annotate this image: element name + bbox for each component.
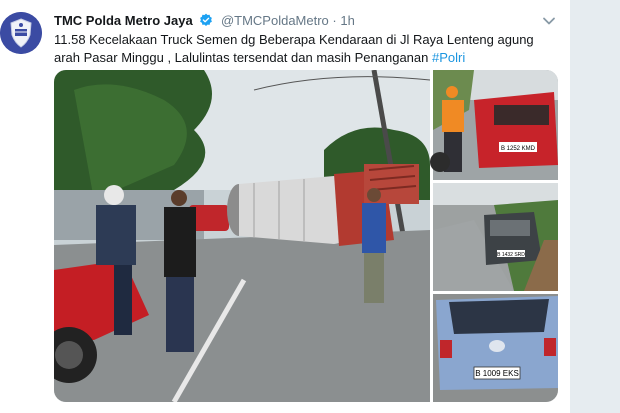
separator-dot: ·	[332, 13, 337, 28]
page-gutter	[570, 0, 620, 413]
media-grid: B 1252 KMD B 1432 SRD B 1009 EKS	[54, 70, 558, 402]
plate-top-text: B 1252 KMD	[501, 146, 536, 152]
hashtag-link[interactable]: #Polri	[432, 50, 465, 65]
user-handle[interactable]: @TMCPoldaMetro	[221, 13, 329, 28]
verified-badge-icon	[199, 13, 213, 32]
photo-top-right[interactable]: B 1252 KMD	[430, 70, 558, 180]
plate-bottom-text: B 1009 EKS	[475, 369, 519, 378]
display-name[interactable]: TMC Polda Metro Jaya	[54, 13, 193, 28]
main-photo[interactable]	[54, 70, 431, 402]
photo-bottom-right[interactable]: B 1009 EKS	[433, 294, 558, 402]
tweet-text: 11.58 Kecelakaan Truck Semen dg Beberapa…	[54, 31, 560, 67]
photo-middle-right[interactable]: B 1432 SRD	[433, 183, 558, 291]
police-emblem-icon	[0, 12, 42, 54]
tweet-card: TMC Polda Metro Jaya @TMCPoldaMetro · 1h…	[0, 0, 570, 413]
chevron-down-icon[interactable]	[542, 14, 556, 28]
timestamp[interactable]: 1h	[340, 13, 354, 28]
tweet-header: TMC Polda Metro Jaya @TMCPoldaMetro · 1h	[54, 12, 355, 30]
profile-avatar[interactable]	[0, 12, 42, 54]
plate-middle-text: B 1432 SRD	[497, 252, 525, 258]
